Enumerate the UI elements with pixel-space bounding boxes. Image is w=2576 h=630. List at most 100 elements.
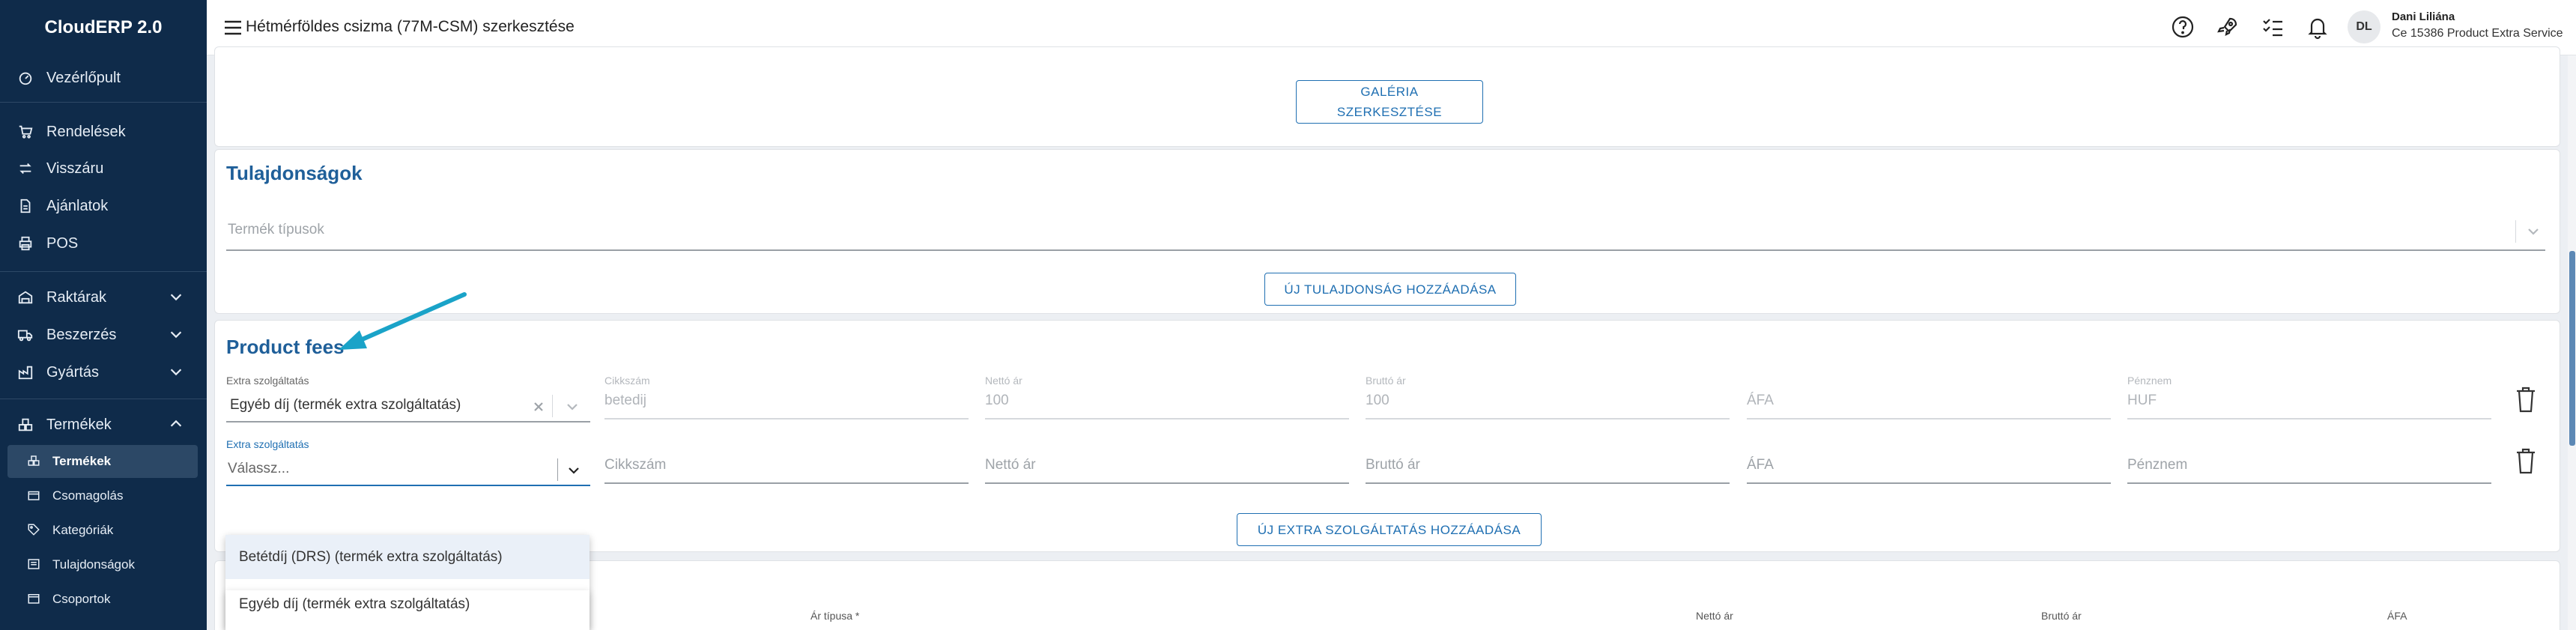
chevron-down-icon[interactable] [566, 462, 582, 479]
extra-service-underline [226, 421, 590, 422]
column-header-gross-price: Bruttó ár [2041, 610, 2082, 622]
sidebar-item-orders[interactable]: Rendelések [0, 115, 207, 148]
currency-field[interactable]: HUF [2127, 393, 2157, 409]
product-types-underline [226, 249, 2545, 251]
bell-icon[interactable] [2305, 14, 2330, 40]
gross-price-field[interactable]: Bruttó ár [1366, 457, 1420, 473]
net-price-field[interactable]: Nettó ár [985, 457, 1036, 473]
vat-field[interactable]: ÁFA [1747, 393, 1774, 409]
sidebar-item-label: POS [46, 234, 79, 252]
gross-price-underline [1366, 482, 1730, 484]
chevron-down-icon[interactable] [168, 288, 184, 305]
sidebar-subitem-groups[interactable]: Csoportok [7, 583, 198, 616]
gallery-card: GALÉRIA SZERKESZTÉSE [214, 46, 2560, 147]
select-separator [557, 458, 558, 481]
help-icon[interactable] [2170, 14, 2195, 40]
net-price-field[interactable]: 100 [985, 393, 1009, 409]
printer-icon [16, 234, 34, 252]
edit-gallery-label-1: GALÉRIA [1360, 85, 1419, 99]
gross-price-field[interactable]: 100 [1366, 393, 1389, 409]
column-header-net-price: Nettó ár [1696, 610, 1733, 622]
sidebar-item-procurement[interactable]: Beszerzés [0, 318, 207, 351]
extra-service-select-open[interactable]: Válassz... [228, 461, 289, 477]
sidebar-subitem-label: Csomagolás [52, 488, 124, 503]
dropdown-option[interactable]: Betétdíj (DRS) (termék extra szolgáltatá… [225, 535, 590, 579]
swap-icon [16, 160, 34, 178]
rocket-icon[interactable] [2215, 14, 2240, 40]
edit-gallery-button[interactable]: GALÉRIA SZERKESZTÉSE [1296, 80, 1483, 124]
column-header-price-type: Ár típusa * [810, 610, 860, 622]
dashboard-icon [16, 69, 34, 87]
sidebar-item-warehouses[interactable]: Raktárak [0, 281, 207, 314]
currency-field[interactable]: Pénznem [2127, 457, 2187, 473]
vat-underline [1747, 482, 2111, 484]
sidebar-item-dashboard[interactable]: Vezérlőpult [0, 61, 207, 94]
sidebar-item-label: Ajánlatok [46, 197, 109, 214]
add-property-button[interactable]: ÚJ TULAJDONSÁG HOZZÁADÁSA [1264, 273, 1516, 306]
avatar[interactable]: DL [2348, 10, 2380, 43]
sidebar-subitem-label: Kategóriák [52, 523, 114, 537]
annotation-arrow [339, 292, 467, 350]
dropdown-option-container: Egyéb díj (termék extra szolgáltatás) [225, 590, 590, 630]
currency-underline [2127, 482, 2491, 484]
chevron-down-icon[interactable] [168, 363, 184, 380]
vat-field[interactable]: ÁFA [1747, 457, 1774, 473]
sidebar-item-products[interactable]: Termékek [0, 408, 207, 441]
sku-underline [604, 482, 969, 484]
trash-icon[interactable] [2515, 446, 2537, 475]
currency-underline [2127, 418, 2491, 420]
extra-service-label: Extra szolgáltatás [226, 375, 309, 387]
sidebar-item-label: Raktárak [46, 288, 107, 306]
tag-icon [27, 523, 42, 538]
extra-service-select[interactable]: Egyéb díj (termék extra szolgáltatás) [230, 397, 461, 414]
brand-logo[interactable]: CloudERP 2.0 [0, 0, 207, 55]
gross-price-underline [1366, 418, 1730, 420]
select-separator [2515, 220, 2516, 243]
checklist-icon[interactable] [2260, 14, 2285, 40]
sidebar-subitem-products[interactable]: Termékek [7, 445, 198, 478]
warehouse-icon [16, 288, 34, 306]
menu-icon[interactable] [222, 16, 244, 39]
vat-underline [1747, 418, 2111, 420]
net-price-label: Nettó ár [985, 375, 1022, 387]
package-icon [27, 488, 42, 503]
sidebar-item-label: Vezérlőpult [46, 69, 121, 86]
sku-field[interactable]: betedij [604, 393, 646, 409]
add-extra-service-button[interactable]: ÚJ EXTRA SZOLGÁLTATÁS HOZZÁADÁSA [1237, 513, 1542, 546]
sidebar-subitem-properties[interactable]: Tulajdonságok [7, 548, 198, 581]
factory-icon [16, 363, 34, 381]
sku-underline [604, 418, 969, 420]
list-icon [27, 557, 42, 572]
section-title-properties: Tulajdonságok [226, 162, 363, 184]
trash-icon[interactable] [2515, 385, 2537, 414]
sidebar-item-returns[interactable]: Visszáru [0, 152, 207, 185]
sidebar-item-label: Termékek [46, 416, 112, 433]
scrollbar-thumb[interactable] [2569, 251, 2575, 446]
folder-icon [27, 592, 42, 607]
chevron-down-icon[interactable] [2525, 223, 2542, 240]
chevron-down-icon[interactable] [564, 399, 581, 415]
gross-price-label: Bruttó ár [1366, 375, 1406, 387]
product-fees-card: Product fees Extra szolgáltatás Egyéb dí… [214, 320, 2560, 552]
sidebar-subitem-categories[interactable]: Kategóriák [7, 514, 198, 547]
sidebar-subitem-label: Csoportok [52, 592, 111, 606]
sidebar-item-manufacturing[interactable]: Gyártás [0, 356, 207, 389]
boxes-icon [27, 454, 42, 469]
clear-icon[interactable] [530, 399, 547, 415]
edit-gallery-label-2: SZERKESZTÉSE [1336, 105, 1443, 119]
sidebar-item-label: Visszáru [46, 160, 104, 177]
product-types-select[interactable]: Termék típusok [228, 222, 324, 238]
net-price-underline [985, 482, 1349, 484]
sidebar-item-label: Beszerzés [46, 326, 117, 343]
column-header-vat: ÁFA [2387, 610, 2407, 622]
chevron-down-icon[interactable] [168, 326, 184, 342]
dropdown-option[interactable]: Egyéb díj (termék extra szolgáltatás) [225, 590, 590, 630]
extra-service-underline-focused [226, 485, 590, 486]
chevron-up-icon[interactable] [168, 416, 184, 432]
currency-label: Pénznem [2127, 375, 2172, 387]
properties-card: Tulajdonságok Termék típusok ÚJ TULAJDON… [214, 149, 2560, 314]
sidebar-subitem-packaging[interactable]: Csomagolás [7, 479, 198, 512]
sku-field[interactable]: Cikkszám [604, 457, 666, 473]
sidebar-item-quotes[interactable]: Ajánlatok [0, 190, 207, 222]
sidebar-item-pos[interactable]: POS [0, 227, 207, 260]
